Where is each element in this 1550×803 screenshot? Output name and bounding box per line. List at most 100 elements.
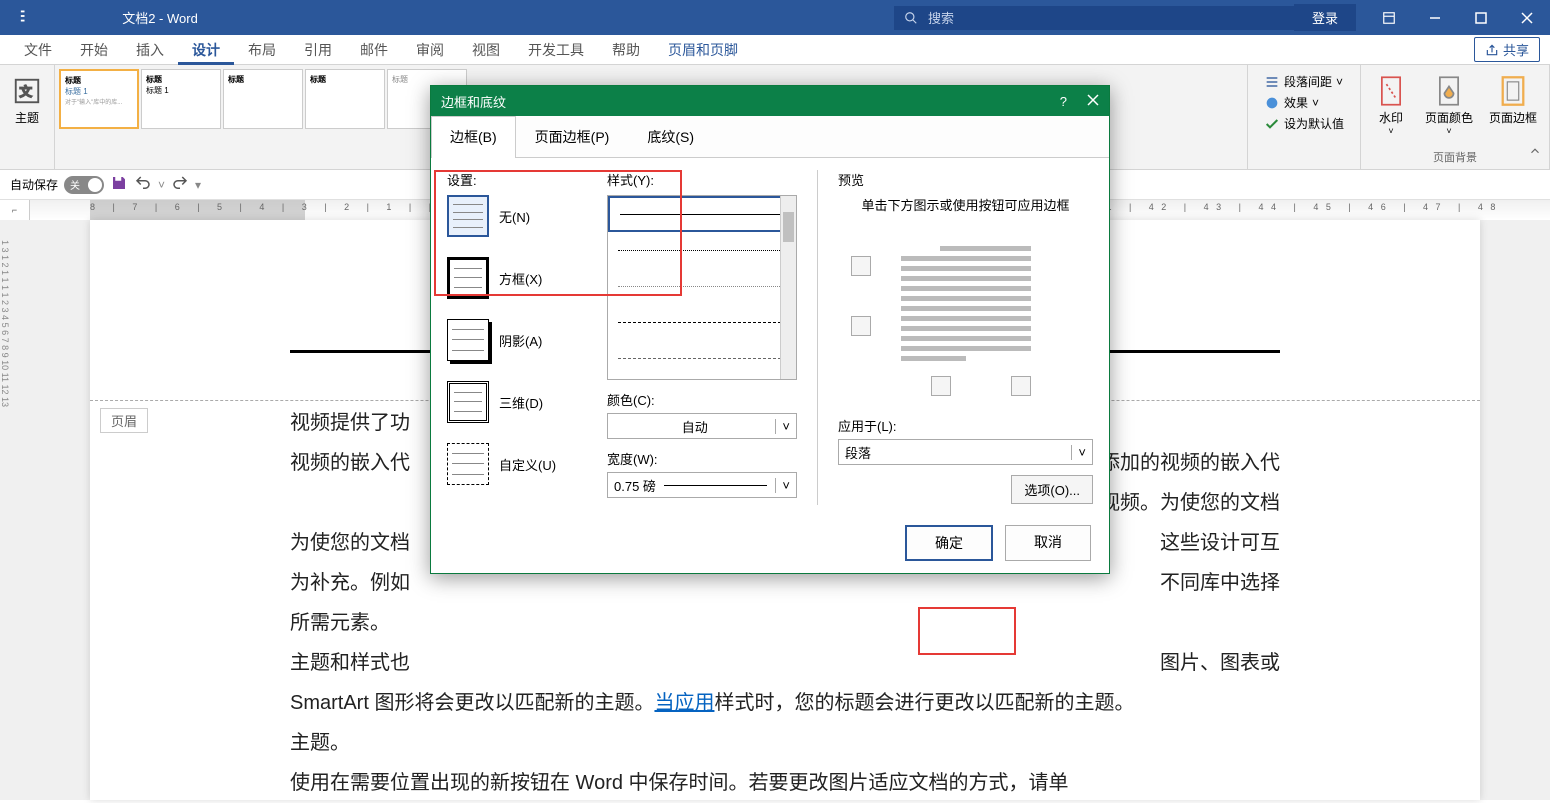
style-gallery[interactable]: 标题标题 1对于"输入"库中的库... 标题标题 1 标题 标题 标题: [55, 65, 471, 169]
dialog-close-button[interactable]: [1087, 94, 1099, 109]
setting-label: 设置:: [447, 170, 587, 189]
dialog-help-button[interactable]: ?: [1060, 94, 1067, 109]
style-label: 样式(Y):: [607, 170, 797, 189]
setting-none[interactable]: 无(N): [447, 195, 587, 237]
setting-3d[interactable]: 三维(D): [447, 381, 587, 423]
tab-home[interactable]: 开始: [66, 35, 122, 65]
ok-button[interactable]: 确定: [905, 525, 993, 561]
share-button[interactable]: 共享: [1474, 37, 1540, 62]
preview-left-border-button[interactable]: [931, 376, 951, 396]
preview-right-border-button[interactable]: [1011, 376, 1031, 396]
tab-help[interactable]: 帮助: [598, 35, 654, 65]
tab-selector[interactable]: ⌐: [0, 200, 30, 220]
setting-shadow[interactable]: 阴影(A): [447, 319, 587, 361]
window-title: 文档2 - Word: [60, 8, 260, 27]
preview-top-border-button[interactable]: [851, 256, 871, 276]
qat-customize-button[interactable]: ▾: [195, 178, 201, 192]
spacing-icon: [1264, 74, 1280, 90]
login-button[interactable]: 登录: [1294, 4, 1356, 31]
style-listbox[interactable]: [607, 195, 797, 380]
chevron-down-icon: ˅: [775, 419, 790, 434]
chevron-down-icon: ˅: [1071, 445, 1086, 460]
autosave-toggle[interactable]: 关: [64, 176, 104, 194]
style-item[interactable]: 标题标题 1对于"输入"库中的库...: [59, 69, 139, 129]
tab-header-footer[interactable]: 页眉和页脚: [654, 35, 752, 65]
title-bar: 文档2 - Word 搜索 登录: [0, 0, 1550, 35]
maximize-button[interactable]: [1458, 0, 1504, 35]
watermark-icon: [1373, 73, 1409, 109]
chevron-down-icon: ˅: [775, 478, 790, 493]
vertical-ruler[interactable]: 1 3 1 2 1 1 1 1 2 3 4 5 6 7 8 9 10 11 12…: [0, 220, 30, 800]
setting-custom[interactable]: 自定义(U): [447, 443, 587, 485]
effects-icon: [1264, 95, 1280, 111]
style-scrollbar[interactable]: [780, 196, 796, 379]
autosave-label: 自动保存: [10, 176, 58, 193]
tab-design[interactable]: 设计: [178, 35, 234, 65]
svg-text:文: 文: [20, 84, 33, 99]
tab-references[interactable]: 引用: [290, 35, 346, 65]
app-logo: [0, 5, 60, 30]
style-item[interactable]: 标题标题 1: [141, 69, 221, 129]
page-border-icon: [1495, 73, 1531, 109]
apply-to-select[interactable]: 段落˅: [838, 439, 1093, 465]
search-input[interactable]: 搜索: [894, 6, 1294, 30]
apply-link[interactable]: 当应用: [654, 692, 714, 714]
style-item[interactable]: 标题: [305, 69, 385, 129]
undo-button[interactable]: [134, 174, 152, 195]
tab-layout[interactable]: 布局: [234, 35, 290, 65]
redo-button[interactable]: [171, 174, 189, 195]
style-item-fine-dotted[interactable]: [608, 268, 796, 304]
width-label: 宽度(W):: [607, 449, 797, 468]
cancel-button[interactable]: 取消: [1005, 525, 1091, 561]
style-item-dashdot[interactable]: [608, 340, 796, 376]
color-label: 颜色(C):: [607, 390, 797, 409]
page-color-button[interactable]: 页面颜色˅: [1417, 69, 1481, 140]
options-button[interactable]: 选项(O)...: [1011, 475, 1093, 504]
width-select[interactable]: 0.75 磅˅: [607, 472, 797, 498]
preview-bottom-border-button[interactable]: [851, 316, 871, 336]
tab-developer[interactable]: 开发工具: [514, 35, 598, 65]
tab-shading[interactable]: 底纹(S): [628, 116, 713, 157]
dialog-title: 边框和底纹: [441, 92, 506, 111]
save-icon: [110, 174, 128, 192]
setting-box[interactable]: 方框(X): [447, 257, 587, 299]
group-label-page-bg: 页面背景: [1365, 149, 1545, 165]
style-item-solid[interactable]: [608, 196, 796, 232]
dialog-titlebar[interactable]: 边框和底纹 ?: [431, 86, 1109, 116]
style-item-dotted[interactable]: [608, 232, 796, 268]
minimize-button[interactable]: [1412, 0, 1458, 35]
themes-button[interactable]: 文 主题: [4, 69, 50, 130]
paragraph-spacing-button[interactable]: 段落间距˅: [1258, 71, 1350, 92]
style-item[interactable]: 标题: [223, 69, 303, 129]
tab-page-border[interactable]: 页面边框(P): [516, 116, 629, 157]
page-color-icon: [1431, 73, 1467, 109]
ribbon-tabs: 文件 开始 插入 设计 布局 引用 邮件 审阅 视图 开发工具 帮助 页眉和页脚…: [0, 35, 1550, 65]
search-placeholder: 搜索: [928, 8, 954, 27]
tab-insert[interactable]: 插入: [122, 35, 178, 65]
undo-icon: [134, 174, 152, 192]
close-icon: [1087, 94, 1099, 106]
color-select[interactable]: 自动˅: [607, 413, 797, 439]
save-button[interactable]: [110, 174, 128, 195]
redo-icon: [171, 174, 189, 192]
ribbon-display-options-button[interactable]: [1366, 0, 1412, 35]
collapse-ribbon-button[interactable]: [1528, 144, 1542, 163]
close-window-button[interactable]: [1504, 0, 1550, 35]
dialog-footer: 确定 取消: [431, 513, 1109, 573]
undo-dropdown[interactable]: ˅: [158, 178, 165, 192]
set-default-button[interactable]: 设为默认值: [1258, 113, 1350, 134]
watermark-button[interactable]: 水印˅: [1365, 69, 1417, 140]
apply-to-label: 应用于(L):: [838, 416, 1093, 435]
page-border-button[interactable]: 页面边框: [1481, 69, 1545, 140]
tab-view[interactable]: 视图: [458, 35, 514, 65]
dialog-tabs: 边框(B) 页面边框(P) 底纹(S): [431, 116, 1109, 158]
effects-button[interactable]: 效果˅: [1258, 92, 1350, 113]
tab-file[interactable]: 文件: [10, 35, 66, 65]
themes-icon: 文: [9, 73, 45, 109]
style-item-dashed[interactable]: [608, 304, 796, 340]
tab-review[interactable]: 审阅: [402, 35, 458, 65]
tab-border[interactable]: 边框(B): [431, 116, 516, 158]
tab-mail[interactable]: 邮件: [346, 35, 402, 65]
preview-help-text: 单击下方图示或使用按钮可应用边框: [838, 195, 1093, 214]
share-icon: [1485, 43, 1499, 57]
